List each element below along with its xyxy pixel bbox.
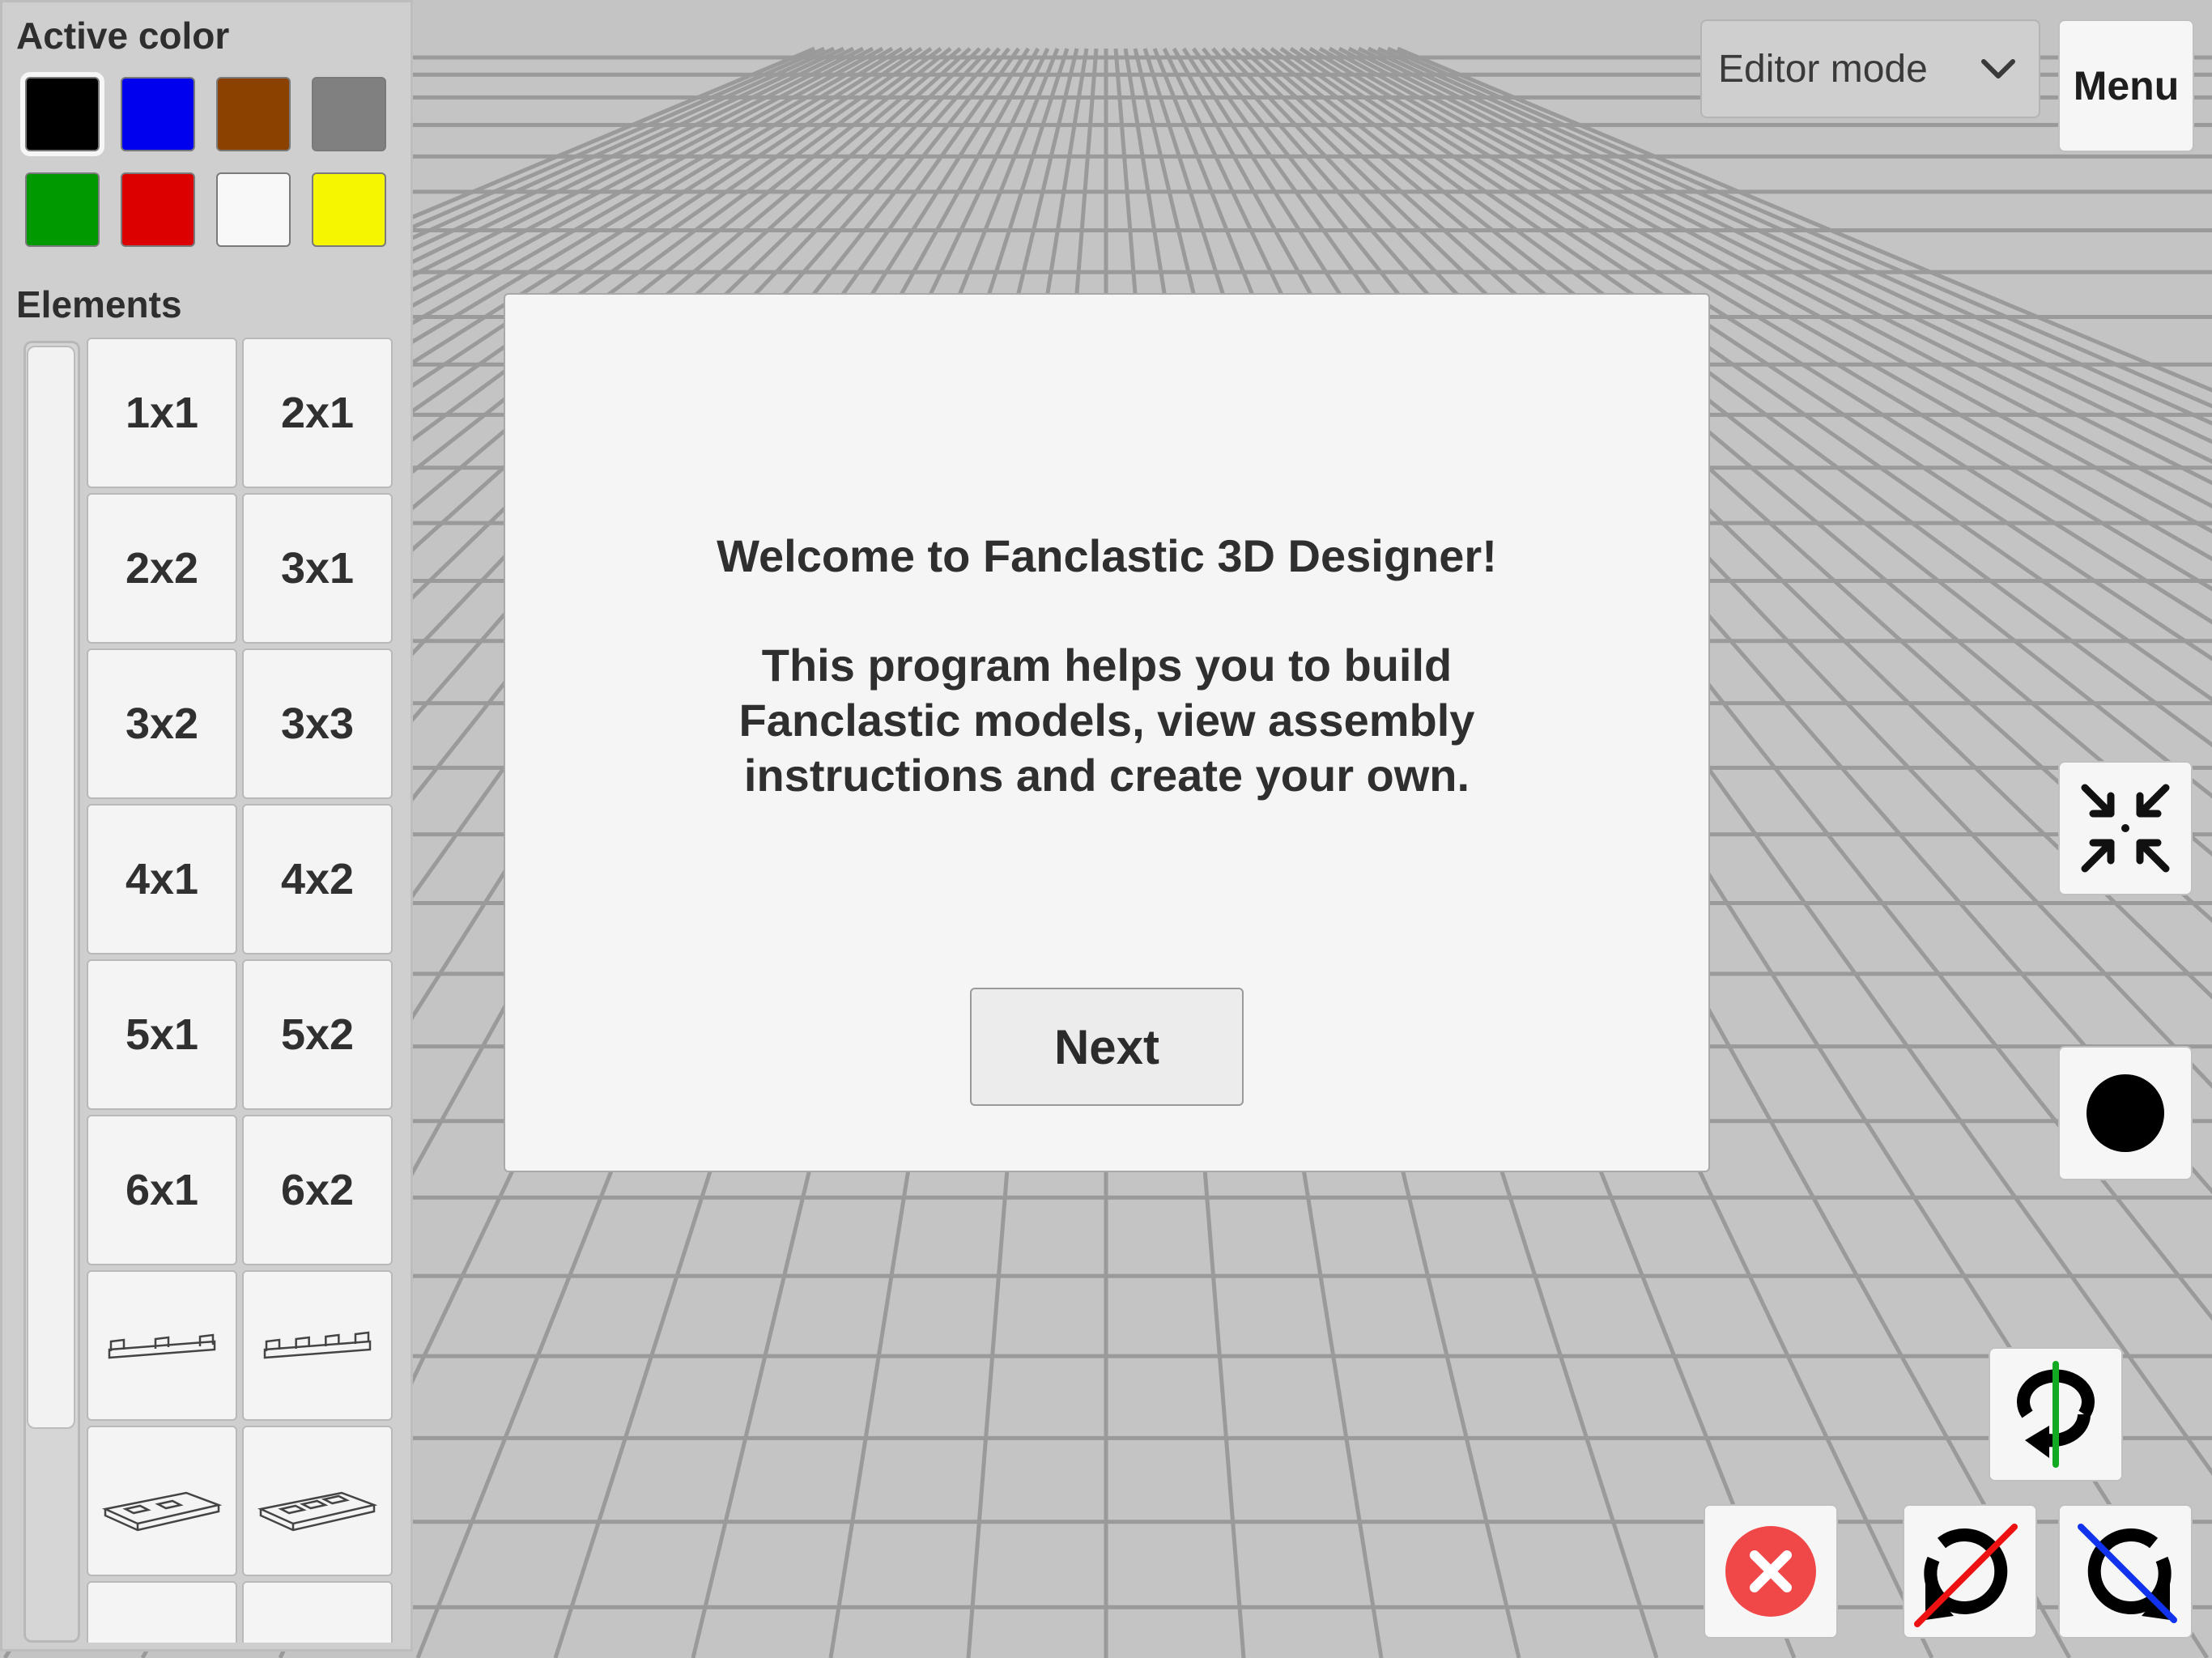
dialog-body-line: This program helps you to build — [761, 640, 1453, 691]
brick-2-icon — [97, 1616, 227, 1643]
color-swatch[interactable] — [216, 77, 291, 151]
plate-2-icon — [101, 1491, 223, 1532]
menu-button[interactable]: Menu — [2058, 19, 2194, 152]
record-dot-icon — [2087, 1074, 2164, 1152]
element-tile[interactable] — [87, 1581, 237, 1643]
element-tile-label: 1x1 — [125, 389, 199, 437]
element-tile[interactable]: 4x1 — [87, 804, 237, 954]
next-button[interactable]: Next — [970, 988, 1244, 1106]
connector-4-icon — [263, 1331, 372, 1359]
element-tile-label: 2x1 — [280, 389, 355, 437]
brick-3-icon — [253, 1616, 382, 1643]
element-tile[interactable]: 1x1 — [87, 338, 237, 488]
element-tile[interactable] — [87, 1270, 237, 1421]
element-tile-label: 3x1 — [280, 544, 355, 593]
color-swatch[interactable] — [121, 77, 195, 151]
color-swatch[interactable] — [25, 172, 100, 247]
element-tile[interactable]: 5x2 — [242, 959, 393, 1110]
rotate-x-button[interactable] — [1903, 1504, 2037, 1639]
color-swatch[interactable] — [121, 172, 195, 247]
collapse-icon — [2081, 784, 2170, 873]
record-button[interactable] — [2058, 1046, 2193, 1180]
elements-scrollbar-thumb[interactable] — [27, 346, 75, 1429]
left-panel: Active color Elements 1x1 2x1 2x2 3x1 3x2 3x3… — [0, 0, 413, 1652]
rotate-z-icon — [2078, 1524, 2177, 1623]
element-tile[interactable]: 6x1 — [87, 1115, 237, 1265]
element-tile[interactable]: 3x2 — [87, 648, 237, 799]
elements-list[interactable]: 1x1 2x1 2x2 3x1 3x2 3x3 4x1 4x2 5x1 5x2 6x1 6x2 — [87, 338, 399, 1643]
elements-title: Elements — [16, 283, 182, 325]
element-tile[interactable]: 2x1 — [242, 338, 393, 488]
color-swatch[interactable] — [312, 77, 386, 151]
active-color-title: Active color — [16, 15, 230, 57]
element-tile[interactable]: 3x1 — [242, 493, 393, 644]
element-tile[interactable] — [87, 1426, 237, 1576]
element-tile[interactable]: 2x2 — [87, 493, 237, 644]
element-tile-label: 3x3 — [280, 699, 355, 748]
dialog-title: Welcome to Fanclastic 3D Designer! — [717, 530, 1497, 581]
welcome-dialog: Welcome to Fanclastic 3D Designer! This … — [504, 293, 1710, 1172]
rotate-y-button[interactable] — [1989, 1347, 2123, 1482]
element-tile[interactable] — [242, 1426, 393, 1576]
color-swatch[interactable] — [20, 72, 104, 156]
element-tile-label: 2x2 — [125, 544, 199, 593]
rotate-y-icon — [2017, 1361, 2095, 1468]
rotate-z-button[interactable] — [2058, 1504, 2193, 1639]
element-tile[interactable]: 3x3 — [242, 648, 393, 799]
element-tile[interactable]: 4x2 — [242, 804, 393, 954]
element-tile[interactable]: 6x2 — [242, 1115, 393, 1265]
element-tile-label: 4x2 — [280, 855, 355, 903]
color-swatch[interactable] — [312, 172, 386, 247]
dialog-body-line: Fanclastic models, view assembly — [738, 695, 1475, 746]
dialog-body-line: instructions and create your own. — [743, 750, 1470, 801]
element-tile-label: 6x1 — [125, 1166, 199, 1214]
collapse-view-button[interactable] — [2058, 761, 2193, 895]
rotate-x-icon — [1914, 1524, 2018, 1627]
element-tile-label: 4x1 — [125, 855, 199, 903]
element-tile[interactable] — [242, 1270, 393, 1421]
element-tile[interactable] — [242, 1581, 393, 1643]
delete-button[interactable] — [1704, 1504, 1838, 1639]
chevron-down-icon — [1981, 59, 2015, 79]
element-tile-label: 5x1 — [125, 1010, 199, 1059]
delete-icon — [1725, 1526, 1816, 1617]
connector-3-icon — [108, 1333, 216, 1359]
element-tile-label: 3x2 — [125, 699, 199, 748]
mode-dropdown-value: Editor mode — [1718, 47, 1928, 91]
plate-3-icon — [257, 1491, 378, 1532]
dialog-body: This program helps you to build Fanclast… — [505, 638, 1708, 803]
mode-dropdown[interactable]: Editor mode — [1700, 19, 2040, 118]
element-tile-label: 5x2 — [280, 1010, 355, 1059]
element-tile-label: 6x2 — [280, 1166, 355, 1214]
element-tile[interactable]: 5x1 — [87, 959, 237, 1110]
color-swatch[interactable] — [216, 172, 291, 247]
